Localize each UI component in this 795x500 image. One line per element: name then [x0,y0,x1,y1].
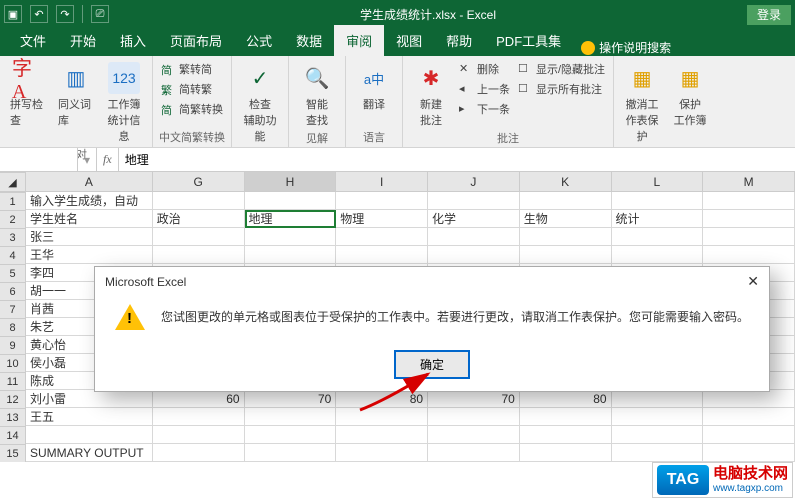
watermark: TAG 电脑技术网 www.tagxp.com [652,462,793,498]
watermark-logo: TAG [657,465,709,495]
modal-overlay: Microsoft Excel ✕ 您试图更改的单元格或图表位于受保护的工作表中… [0,0,795,500]
watermark-title: 电脑技术网 [713,465,788,483]
ok-button[interactable]: 确定 [394,350,470,379]
watermark-url: www.tagxp.com [713,483,788,495]
dialog-title: Microsoft Excel [105,275,186,289]
alert-dialog: Microsoft Excel ✕ 您试图更改的单元格或图表位于受保护的工作表中… [94,266,770,392]
dialog-message: 您试图更改的单元格或图表位于受保护的工作表中。若要进行更改，请取消工作表保护。您… [161,304,749,326]
warning-icon [115,304,147,336]
close-icon[interactable]: ✕ [747,273,759,290]
